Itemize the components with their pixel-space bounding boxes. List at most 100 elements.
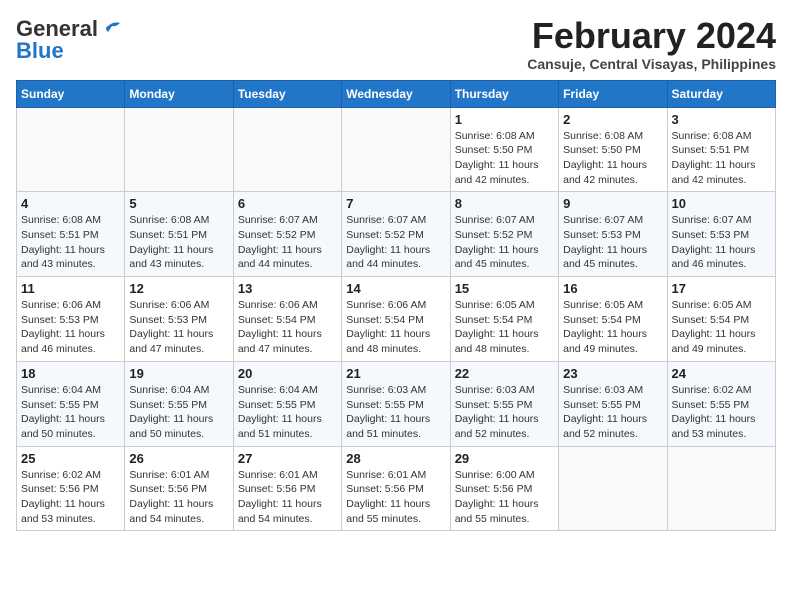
cell-info: Sunrise: 6:05 AM Sunset: 5:54 PM Dayligh…: [563, 298, 662, 357]
cell-date-number: 17: [672, 281, 771, 296]
calendar-cell: 7 Sunrise: 6:07 AM Sunset: 5:52 PM Daylig…: [342, 192, 450, 277]
weekday-header-monday: Monday: [125, 80, 233, 107]
cell-info: Sunrise: 6:06 AM Sunset: 5:53 PM Dayligh…: [21, 298, 120, 357]
cell-info: Sunrise: 6:07 AM Sunset: 5:52 PM Dayligh…: [455, 213, 554, 272]
calendar-week-3: 11 Sunrise: 6:06 AM Sunset: 5:53 PM Dayli…: [17, 277, 776, 362]
cell-info: Sunrise: 6:06 AM Sunset: 5:54 PM Dayligh…: [238, 298, 337, 357]
calendar-cell: 9Sunrise: 6:07 AM Sunset: 5:53 PM Daylig…: [559, 192, 667, 277]
calendar-cell: 3 Sunrise: 6:08 AM Sunset: 5:51 PM Daylig…: [667, 107, 775, 192]
calendar-cell: 27Sunrise: 6:01 AM Sunset: 5:56 PM Dayli…: [233, 446, 341, 531]
weekday-header-sunday: Sunday: [17, 80, 125, 107]
calendar-week-5: 25 Sunrise: 6:02 AM Sunset: 5:56 PM Dayli…: [17, 446, 776, 531]
month-title: February 2024: [527, 16, 776, 56]
calendar-cell: [667, 446, 775, 531]
cell-date-number: 23: [563, 366, 662, 381]
cell-date-number: 13: [238, 281, 337, 296]
calendar-cell: 21Sunrise: 6:03 AM Sunset: 5:55 PM Dayli…: [342, 361, 450, 446]
cell-info: Sunrise: 6:07 AM Sunset: 5:52 PM Dayligh…: [346, 213, 445, 272]
calendar-cell: [559, 446, 667, 531]
cell-date-number: 14: [346, 281, 445, 296]
calendar-cell: 2 Sunrise: 6:08 AM Sunset: 5:50 PM Daylig…: [559, 107, 667, 192]
cell-date-number: 11: [21, 281, 120, 296]
calendar-cell: 15 Sunrise: 6:05 AM Sunset: 5:54 PM Dayli…: [450, 277, 558, 362]
cell-date-number: 6: [238, 196, 337, 211]
cell-date-number: 22: [455, 366, 554, 381]
cell-date-number: 28: [346, 451, 445, 466]
location: Cansuje, Central Visayas, Philippines: [527, 56, 776, 72]
calendar-cell: 19Sunrise: 6:04 AM Sunset: 5:55 PM Dayli…: [125, 361, 233, 446]
cell-date-number: 25: [21, 451, 120, 466]
calendar-header-row: SundayMondayTuesdayWednesdayThursdayFrid…: [17, 80, 776, 107]
cell-info: Sunrise: 6:00 AM Sunset: 5:56 PM Dayligh…: [455, 468, 554, 527]
calendar-cell: [342, 107, 450, 192]
calendar-week-2: 4 Sunrise: 6:08 AM Sunset: 5:51 PM Daylig…: [17, 192, 776, 277]
cell-info: Sunrise: 6:05 AM Sunset: 5:54 PM Dayligh…: [455, 298, 554, 357]
cell-date-number: 26: [129, 451, 228, 466]
cell-date-number: 5: [129, 196, 228, 211]
cell-info: Sunrise: 6:01 AM Sunset: 5:56 PM Dayligh…: [346, 468, 445, 527]
calendar-cell: 26Sunrise: 6:01 AM Sunset: 5:56 PM Dayli…: [125, 446, 233, 531]
calendar-table: SundayMondayTuesdayWednesdayThursdayFrid…: [16, 80, 776, 532]
calendar-cell: 18 Sunrise: 6:04 AM Sunset: 5:55 PM Dayli…: [17, 361, 125, 446]
calendar-cell: 11 Sunrise: 6:06 AM Sunset: 5:53 PM Dayli…: [17, 277, 125, 362]
calendar-cell: 14 Sunrise: 6:06 AM Sunset: 5:54 PM Dayli…: [342, 277, 450, 362]
cell-date-number: 7: [346, 196, 445, 211]
cell-info: Sunrise: 6:08 AM Sunset: 5:51 PM Dayligh…: [129, 213, 228, 272]
cell-info: Sunrise: 6:08 AM Sunset: 5:51 PM Dayligh…: [672, 129, 771, 188]
cell-date-number: 15: [455, 281, 554, 296]
cell-info: Sunrise: 6:03 AM Sunset: 5:55 PM Dayligh…: [346, 383, 445, 442]
calendar-cell: 25 Sunrise: 6:02 AM Sunset: 5:56 PM Dayli…: [17, 446, 125, 531]
calendar-week-4: 18 Sunrise: 6:04 AM Sunset: 5:55 PM Dayli…: [17, 361, 776, 446]
calendar-cell: 29 Sunrise: 6:00 AM Sunset: 5:56 PM Dayli…: [450, 446, 558, 531]
cell-date-number: 1: [455, 112, 554, 127]
cell-info: Sunrise: 6:02 AM Sunset: 5:56 PM Dayligh…: [21, 468, 120, 527]
cell-date-number: 4: [21, 196, 120, 211]
cell-info: Sunrise: 6:05 AM Sunset: 5:54 PM Dayligh…: [672, 298, 771, 357]
cell-date-number: 29: [455, 451, 554, 466]
calendar-cell: 20Sunrise: 6:04 AM Sunset: 5:55 PM Dayli…: [233, 361, 341, 446]
cell-info: Sunrise: 6:07 AM Sunset: 5:52 PM Dayligh…: [238, 213, 337, 272]
cell-info: Sunrise: 6:04 AM Sunset: 5:55 PM Dayligh…: [21, 383, 120, 442]
logo-blue: Blue: [16, 38, 64, 64]
calendar-cell: 4 Sunrise: 6:08 AM Sunset: 5:51 PM Daylig…: [17, 192, 125, 277]
cell-date-number: 24: [672, 366, 771, 381]
cell-date-number: 3: [672, 112, 771, 127]
logo-bird-icon: [100, 20, 122, 38]
calendar-cell: 8Sunrise: 6:07 AM Sunset: 5:52 PM Daylig…: [450, 192, 558, 277]
calendar-cell: 23Sunrise: 6:03 AM Sunset: 5:55 PM Dayli…: [559, 361, 667, 446]
weekday-header-thursday: Thursday: [450, 80, 558, 107]
cell-date-number: 16: [563, 281, 662, 296]
cell-info: Sunrise: 6:04 AM Sunset: 5:55 PM Dayligh…: [129, 383, 228, 442]
calendar-cell: 24 Sunrise: 6:02 AM Sunset: 5:55 PM Dayli…: [667, 361, 775, 446]
cell-info: Sunrise: 6:08 AM Sunset: 5:50 PM Dayligh…: [563, 129, 662, 188]
calendar-cell: [125, 107, 233, 192]
calendar-cell: 28 Sunrise: 6:01 AM Sunset: 5:56 PM Dayli…: [342, 446, 450, 531]
cell-date-number: 2: [563, 112, 662, 127]
calendar-cell: 22 Sunrise: 6:03 AM Sunset: 5:55 PM Dayli…: [450, 361, 558, 446]
cell-info: Sunrise: 6:06 AM Sunset: 5:54 PM Dayligh…: [346, 298, 445, 357]
calendar-cell: [233, 107, 341, 192]
weekday-header-wednesday: Wednesday: [342, 80, 450, 107]
calendar-cell: 6 Sunrise: 6:07 AM Sunset: 5:52 PM Daylig…: [233, 192, 341, 277]
calendar-cell: 17 Sunrise: 6:05 AM Sunset: 5:54 PM Dayli…: [667, 277, 775, 362]
cell-date-number: 10: [672, 196, 771, 211]
cell-date-number: 20: [238, 366, 337, 381]
cell-info: Sunrise: 6:08 AM Sunset: 5:50 PM Dayligh…: [455, 129, 554, 188]
page-header: General Blue February 2024 Cansuje, Cent…: [16, 16, 776, 72]
cell-date-number: 18: [21, 366, 120, 381]
calendar-cell: 5 Sunrise: 6:08 AM Sunset: 5:51 PM Daylig…: [125, 192, 233, 277]
calendar-cell: 10Sunrise: 6:07 AM Sunset: 5:53 PM Dayli…: [667, 192, 775, 277]
cell-info: Sunrise: 6:02 AM Sunset: 5:55 PM Dayligh…: [672, 383, 771, 442]
calendar-cell: 1 Sunrise: 6:08 AM Sunset: 5:50 PM Daylig…: [450, 107, 558, 192]
weekday-header-tuesday: Tuesday: [233, 80, 341, 107]
cell-info: Sunrise: 6:08 AM Sunset: 5:51 PM Dayligh…: [21, 213, 120, 272]
calendar-body: 1 Sunrise: 6:08 AM Sunset: 5:50 PM Daylig…: [17, 107, 776, 531]
weekday-header-friday: Friday: [559, 80, 667, 107]
logo: General Blue: [16, 16, 122, 64]
calendar-cell: 12Sunrise: 6:06 AM Sunset: 5:53 PM Dayli…: [125, 277, 233, 362]
cell-info: Sunrise: 6:07 AM Sunset: 5:53 PM Dayligh…: [563, 213, 662, 272]
calendar-cell: [17, 107, 125, 192]
cell-info: Sunrise: 6:03 AM Sunset: 5:55 PM Dayligh…: [455, 383, 554, 442]
calendar-cell: 16 Sunrise: 6:05 AM Sunset: 5:54 PM Dayli…: [559, 277, 667, 362]
calendar-week-1: 1 Sunrise: 6:08 AM Sunset: 5:50 PM Daylig…: [17, 107, 776, 192]
